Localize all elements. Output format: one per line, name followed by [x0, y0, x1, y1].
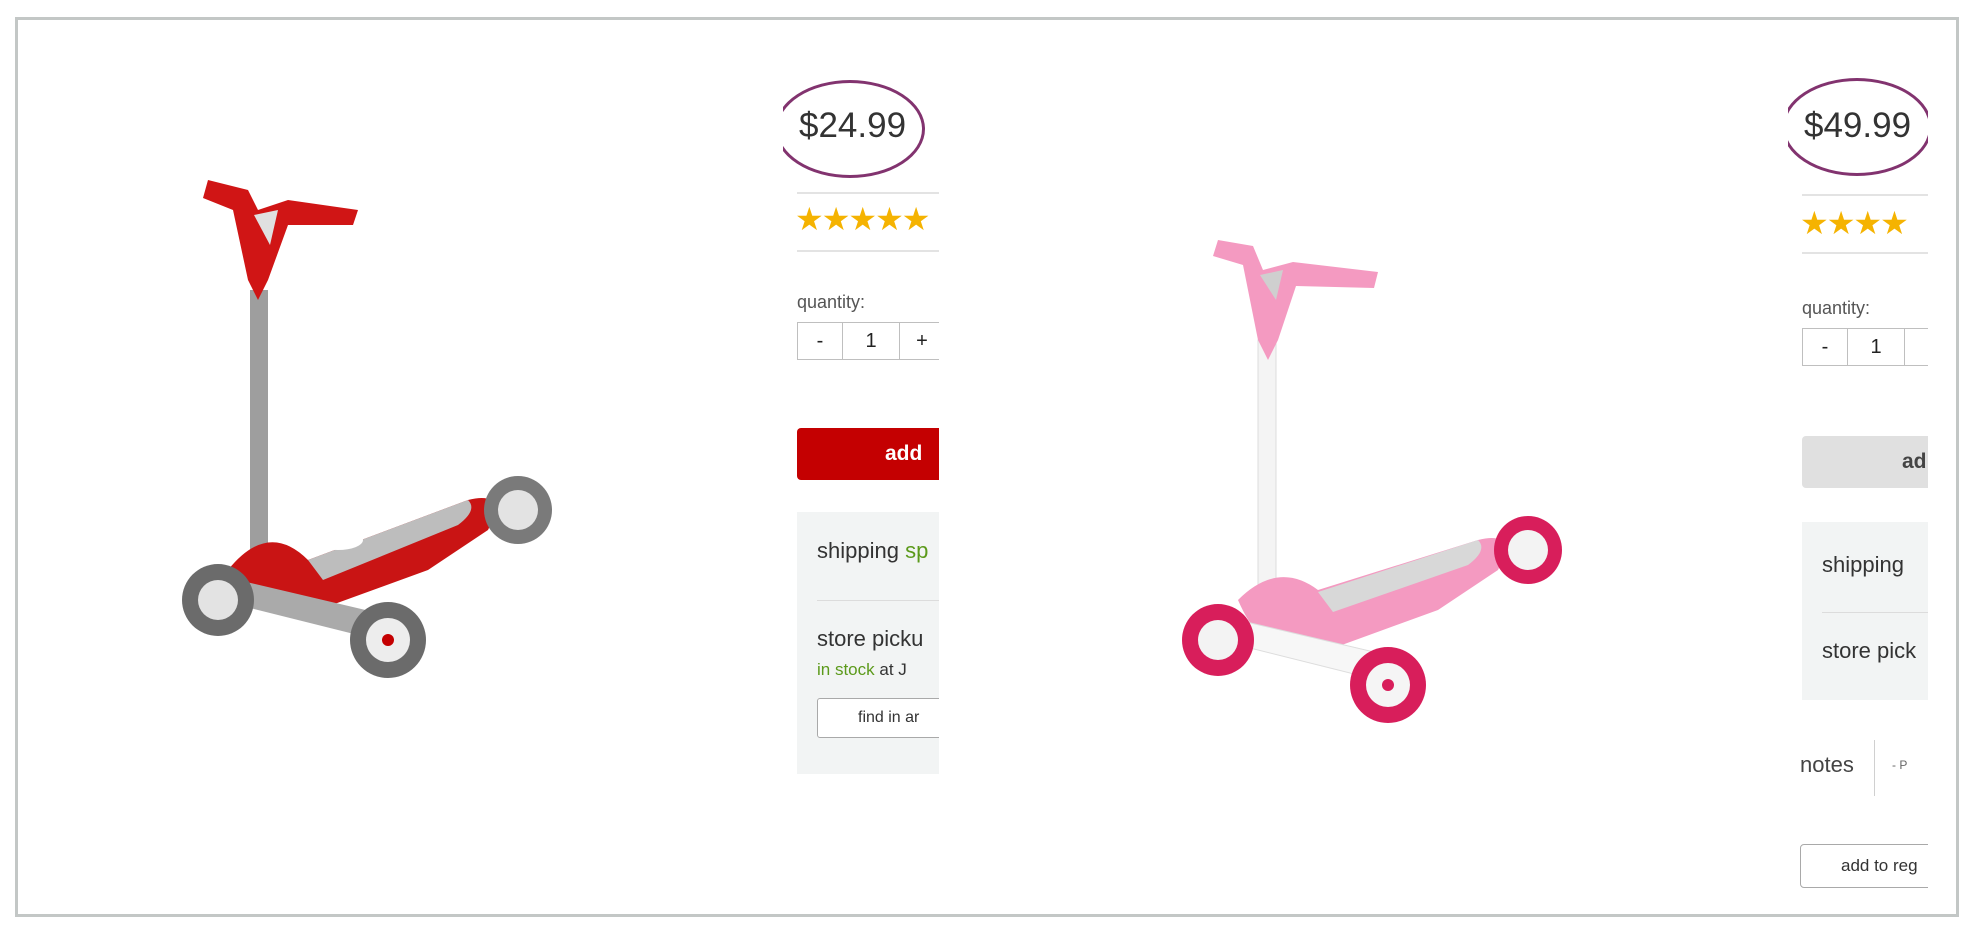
- notes-label: notes: [1800, 752, 1854, 777]
- stock-location: at J: [879, 660, 907, 679]
- store-pickup-label[interactable]: store picku: [817, 626, 923, 652]
- divider: [1802, 252, 1928, 254]
- quantity-decrease-button[interactable]: -: [798, 323, 843, 359]
- notes-text: - P: [1892, 758, 1908, 772]
- quantity-decrease-button[interactable]: -: [1803, 329, 1848, 365]
- product-1-panel: $24.99 ★★★★★ quantity: - 1 + add shippin…: [783, 60, 939, 780]
- divider: [797, 192, 939, 194]
- shipping-label: shipping: [817, 538, 899, 563]
- quantity-input[interactable]: 1: [843, 323, 900, 359]
- rating-stars: ★★★★★: [795, 201, 930, 237]
- comparison-frame: $24.99 ★★★★★ quantity: - 1 + add shippin…: [15, 17, 1959, 917]
- quantity-stepper[interactable]: - 1: [1802, 328, 1928, 366]
- in-stock-text: in stock: [817, 660, 875, 679]
- quantity-label: quantity:: [1802, 298, 1871, 318]
- add-to-cart-button[interactable]: ad: [1802, 436, 1928, 488]
- divider: [797, 250, 939, 252]
- quantity-increase-button[interactable]: +: [900, 323, 939, 359]
- price: $24.99: [799, 106, 907, 145]
- quantity-increase-button[interactable]: [1905, 329, 1928, 365]
- store-pickup-label[interactable]: store pick: [1822, 638, 1916, 664]
- add-to-cart-button[interactable]: add: [797, 428, 939, 480]
- shipping-option[interactable]: shipping sp: [817, 538, 928, 564]
- quantity-label: quantity:: [797, 292, 866, 312]
- divider: [817, 600, 939, 601]
- shipping-status: sp: [905, 538, 929, 563]
- quantity-stepper[interactable]: - 1 +: [797, 322, 939, 360]
- fulfillment-box: shipping sp store picku in stock at J fi…: [797, 512, 939, 774]
- red-scooter-image: [182, 180, 552, 678]
- divider: [1822, 612, 1928, 613]
- fulfillment-box: shipping store pick: [1802, 522, 1928, 700]
- divider: [1802, 194, 1928, 196]
- divider: [1874, 740, 1875, 796]
- rating-stars: ★★★★: [1800, 205, 1909, 241]
- price: $49.99: [1804, 106, 1912, 145]
- quantity-input[interactable]: 1: [1848, 329, 1905, 365]
- pink-scooter-image: [1182, 240, 1562, 723]
- add-to-registry-button[interactable]: add to reg: [1800, 844, 1928, 888]
- shipping-label[interactable]: shipping: [1822, 552, 1904, 578]
- stock-status: in stock at J: [817, 660, 907, 680]
- product-2-panel: $49.99 ★★★★ quantity: - 1 ad shipping st…: [1788, 60, 1928, 900]
- find-in-store-button[interactable]: find in ar: [817, 698, 939, 738]
